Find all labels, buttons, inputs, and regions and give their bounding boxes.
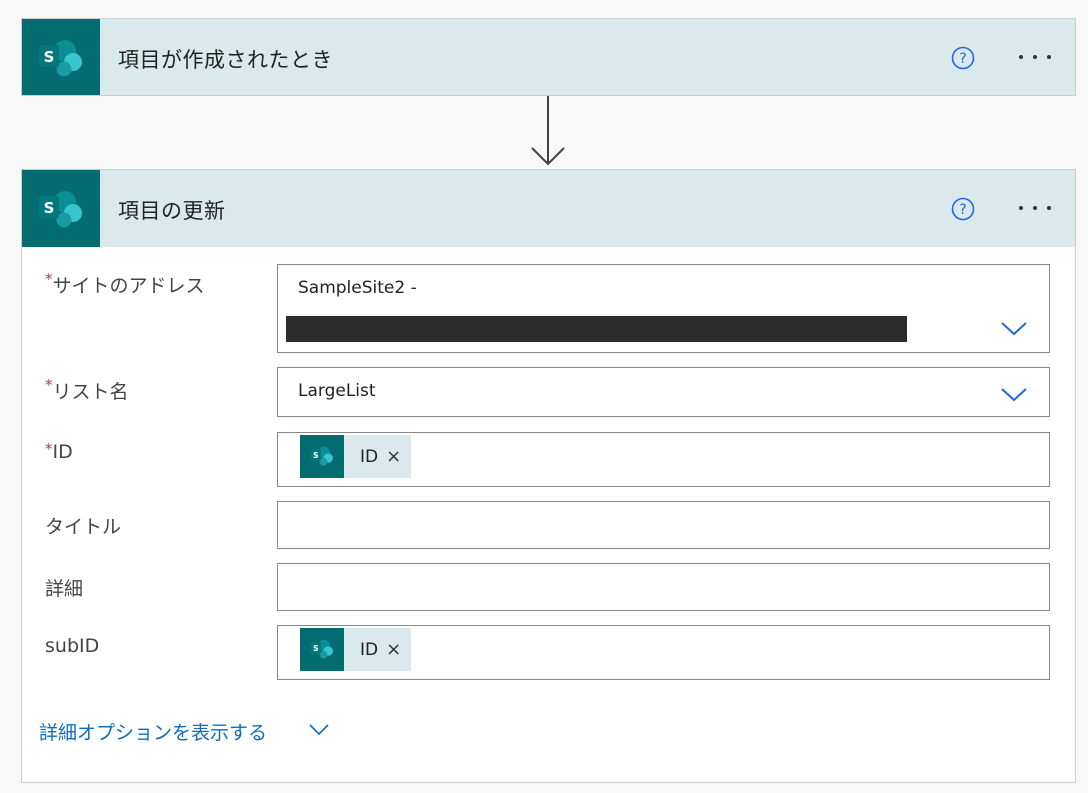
flow-connector-arrow-icon: [531, 96, 565, 166]
token-remove-icon[interactable]: ×: [386, 639, 401, 660]
token-sharepoint-tile: S: [300, 435, 344, 478]
required-mark: *: [45, 270, 53, 288]
help-icon[interactable]: ?: [951, 197, 975, 221]
id-label-text: ID: [52, 441, 73, 463]
subid-field[interactable]: S ID ×: [277, 625, 1050, 680]
subid-label: subID: [45, 635, 100, 657]
title-input[interactable]: [277, 501, 1050, 549]
site-address-dropdown[interactable]: SampleSite2 -: [277, 264, 1050, 353]
id-field[interactable]: S ID ×: [277, 432, 1050, 487]
chevron-down-icon[interactable]: [999, 384, 1029, 404]
site-address-label-text: サイトのアドレス: [52, 275, 205, 297]
svg-text:S: S: [313, 644, 319, 653]
list-name-label: *リスト名: [45, 376, 129, 404]
list-name-label-text: リスト名: [52, 381, 129, 403]
chevron-down-icon[interactable]: [308, 723, 330, 737]
sharepoint-icon: S: [39, 191, 82, 228]
svg-text:S: S: [44, 48, 55, 66]
trigger-sharepoint-tile: S: [22, 19, 100, 95]
action-title: 項目の更新: [118, 199, 226, 223]
sharepoint-icon: S: [310, 446, 333, 466]
chevron-down-icon[interactable]: [999, 318, 1029, 338]
list-name-value: LargeList: [298, 381, 376, 401]
trigger-title: 項目が作成されたとき: [118, 48, 333, 72]
dynamic-content-token[interactable]: S ID ×: [300, 435, 412, 478]
action-sharepoint-tile: S: [22, 170, 100, 247]
detail-label: 詳細: [45, 578, 84, 600]
sharepoint-icon: S: [39, 40, 82, 77]
svg-text:S: S: [313, 451, 319, 460]
list-name-dropdown[interactable]: LargeList: [277, 367, 1050, 417]
required-mark: *: [45, 376, 53, 394]
svg-text:?: ?: [959, 202, 966, 218]
action-card-body: *サイトのアドレス SampleSite2 - *リスト名 LargeList …: [21, 247, 1076, 783]
token-remove-icon[interactable]: ×: [386, 446, 401, 467]
trigger-card-header[interactable]: S 項目が作成されたとき ?: [21, 18, 1076, 96]
sharepoint-icon: S: [310, 639, 333, 659]
id-label: *ID: [45, 440, 73, 463]
detail-input[interactable]: [277, 563, 1050, 611]
title-label: タイトル: [45, 516, 122, 538]
token-label: ID: [360, 446, 379, 467]
redacted-url: [286, 316, 907, 342]
token-label: ID: [360, 639, 379, 660]
action-card-header[interactable]: S 項目の更新 ?: [21, 169, 1076, 247]
site-address-label: *サイトのアドレス: [45, 270, 205, 298]
site-address-value: SampleSite2 -: [298, 278, 417, 298]
show-advanced-options-link[interactable]: 詳細オプションを表示する: [39, 718, 267, 745]
svg-text:?: ?: [959, 51, 966, 67]
help-icon[interactable]: ?: [951, 46, 975, 70]
more-options-icon[interactable]: [1015, 45, 1055, 69]
svg-text:S: S: [44, 199, 55, 217]
token-sharepoint-tile: S: [300, 628, 344, 671]
more-options-icon[interactable]: [1015, 196, 1055, 220]
required-mark: *: [45, 440, 53, 458]
dynamic-content-token[interactable]: S ID ×: [300, 628, 412, 671]
